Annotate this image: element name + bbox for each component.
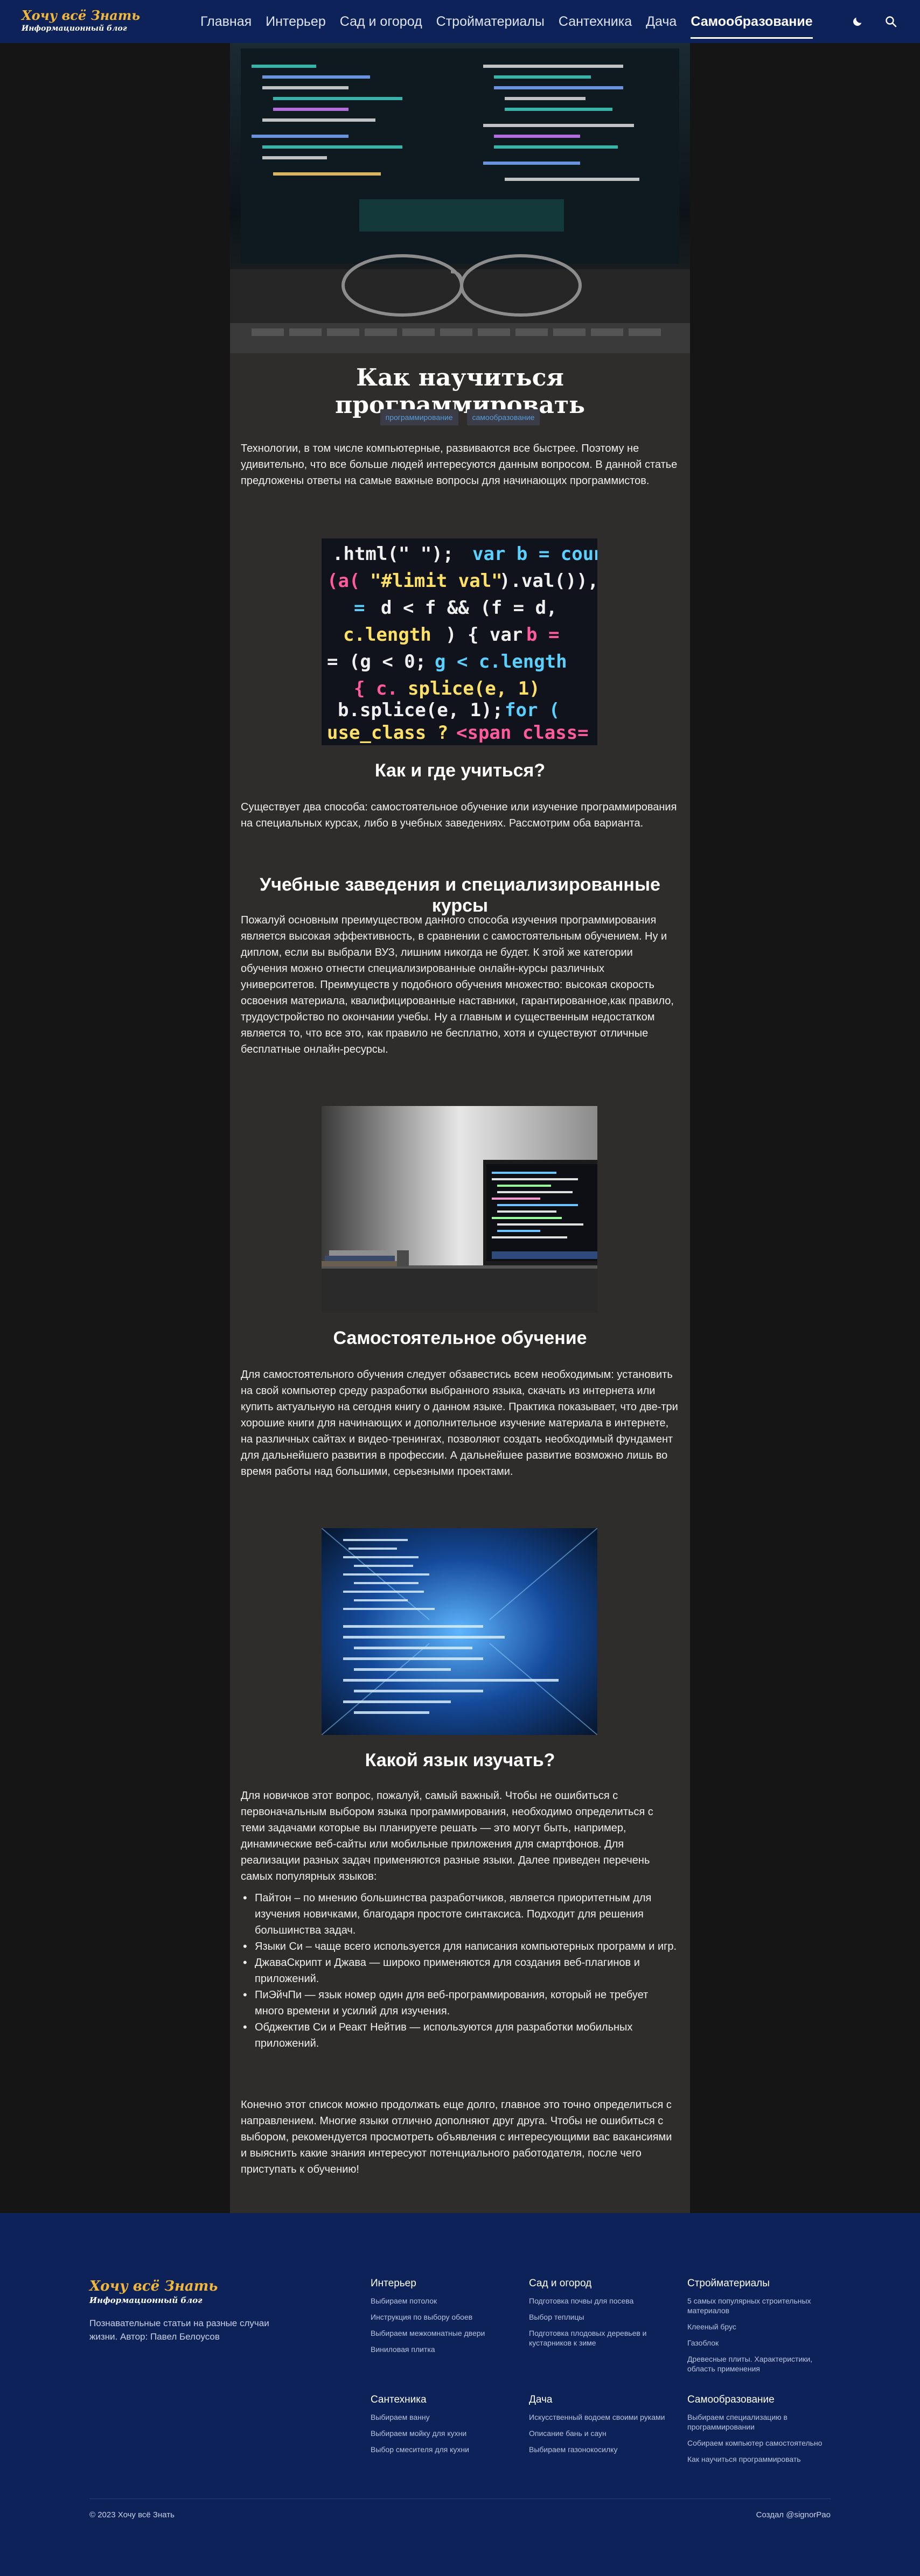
footer-brand[interactable]: Хочу всё Знать Информационный блог xyxy=(89,2278,218,2306)
footer-link[interactable]: Выбираем межкомнатные двери xyxy=(371,2328,516,2338)
svg-text:splice(e, 1): splice(e, 1) xyxy=(408,678,540,699)
brand-subtitle: Информационный блог xyxy=(22,24,127,33)
footer-col-title[interactable]: Дача xyxy=(529,2394,674,2406)
svg-text:g < c.length: g < c.length xyxy=(435,651,567,673)
brand-logo[interactable]: Хочу всё Знать Информационный блог xyxy=(22,8,140,33)
section-title-self-study: Самостоятельное обучение xyxy=(333,1328,587,1348)
svg-text:b =: b = xyxy=(526,624,559,646)
article-card: Как научиться программировать программир… xyxy=(230,43,690,2213)
footer-col-plumbing: Сантехника Выбираем ванну Выбираем мойку… xyxy=(371,2394,516,2461)
footer-link[interactable]: Искусственный водоем своими руками xyxy=(529,2412,674,2422)
footer-description: Познавательные статьи на разные случаи ж… xyxy=(89,2318,269,2342)
section-title-how-where: Как и где учиться? xyxy=(374,760,546,781)
nav-item-interior[interactable]: Интерьер xyxy=(266,0,326,43)
svg-text:<span class=: <span class= xyxy=(456,722,589,744)
nav-item-home[interactable]: Главная xyxy=(200,0,252,43)
footer-brand-title[interactable]: Хочу всё Знать xyxy=(89,2278,218,2295)
svg-text:= (g < 0;: = (g < 0; xyxy=(327,651,426,673)
svg-text:var b = count: var b = count xyxy=(472,543,597,565)
main-nav: Главная Интерьер Сад и огород Стройматер… xyxy=(200,0,827,43)
site-footer: Хочу всё Знать Информационный блог Позна… xyxy=(0,2213,920,2576)
footer-link[interactable]: Выбор смесителя для кухни xyxy=(371,2445,516,2454)
section-title-which-language: Какой язык изучать? xyxy=(365,1750,555,1770)
footer-col-interior: Интерьер Выбираем потолок Инструкция по … xyxy=(371,2278,516,2361)
footer-col-title[interactable]: Стройматериалы xyxy=(687,2278,833,2290)
svg-text:for (: for ( xyxy=(505,699,560,721)
footer-col-materials: Стройматериалы 5 самых популярных строит… xyxy=(687,2278,833,2380)
footer-col-dacha: Дача Искусственный водоем своими руками … xyxy=(529,2394,674,2461)
section-text-self-study: Для самостоятельного обучения следует об… xyxy=(241,1369,678,1478)
list-item: ПиЭйчПи — язык номер один для веб-програ… xyxy=(241,1987,679,2019)
svg-text:use_class ?: use_class ? xyxy=(327,722,448,744)
footer-col-title[interactable]: Интерьер xyxy=(371,2278,516,2290)
footer-col-title[interactable]: Самообразование xyxy=(687,2394,833,2406)
footer-link[interactable]: Подготовка плодовых деревьев и кустарник… xyxy=(529,2328,674,2348)
svg-text:"#limit val": "#limit val" xyxy=(370,570,503,592)
footer-col-title[interactable]: Сантехника xyxy=(371,2394,516,2406)
svg-text:=: = xyxy=(354,597,365,619)
footer-divider xyxy=(89,2498,831,2499)
footer-link[interactable]: Собираем компьютер самостоятельно xyxy=(687,2438,833,2448)
footer-link[interactable]: Подготовка почвы для посева xyxy=(529,2296,674,2306)
search-icon[interactable] xyxy=(882,13,900,30)
footer-col-garden: Сад и огород Подготовка почвы для посева… xyxy=(529,2278,674,2354)
footer-col-title[interactable]: Сад и огород xyxy=(529,2278,674,2290)
tag-programming[interactable]: программирование xyxy=(380,409,458,425)
hero-image xyxy=(230,43,690,353)
article-conclusion: Конечно этот список можно продолжать еще… xyxy=(241,2099,672,2175)
laptop-desk-image xyxy=(322,1106,597,1313)
footer-link[interactable]: Выбираем мойку для кухни xyxy=(371,2428,516,2438)
svg-text:c.length: c.length xyxy=(343,624,431,646)
language-list: Пайтон – по мнению большинства разработч… xyxy=(241,1890,679,2052)
footer-copyright: © 2023 Хочу всё Знать xyxy=(89,2510,175,2519)
nav-item-dacha[interactable]: Дача xyxy=(646,0,677,43)
list-item: Языки Си – чаще всего используется для н… xyxy=(241,1938,679,1955)
svg-text:) { var: ) { var xyxy=(445,624,522,646)
list-item: Пайтон – по мнению большинства разработч… xyxy=(241,1890,679,1938)
site-header: Хочу всё Знать Информационный блог Главн… xyxy=(0,0,920,43)
section-text-courses: Пожалуй основным преимуществом данного с… xyxy=(241,914,674,1055)
footer-link[interactable]: Выбираем потолок xyxy=(371,2296,516,2306)
footer-link[interactable]: 5 самых популярных строительных материал… xyxy=(687,2296,833,2315)
section-text-which-language: Для новичков этот вопрос, пожалуй, самый… xyxy=(241,1790,653,1882)
svg-text:b.splice(e, 1);: b.splice(e, 1); xyxy=(338,699,503,721)
footer-link[interactable]: Инструкция по выбору обоев xyxy=(371,2312,516,2322)
section-title-courses: Учебные заведения и специализированные к… xyxy=(260,874,660,916)
svg-text:(a(: (a( xyxy=(327,570,360,592)
tag-self-education[interactable]: самообразование xyxy=(466,409,540,425)
nav-item-self-education[interactable]: Самообразование xyxy=(691,0,813,43)
nav-item-materials[interactable]: Стройматериалы xyxy=(436,0,545,43)
footer-link[interactable]: Виниловая плитка xyxy=(371,2344,516,2354)
moon-icon[interactable] xyxy=(849,13,866,30)
footer-link[interactable]: Клееный брус xyxy=(687,2322,833,2332)
footer-link[interactable]: Как научиться программировать xyxy=(687,2454,833,2464)
footer-brand-subtitle: Информационный блог xyxy=(89,2295,203,2305)
footer-link[interactable]: Древесные плиты. Характеристики, область… xyxy=(687,2354,833,2374)
footer-col-self-education: Самообразование Выбираем специализацию в… xyxy=(687,2394,833,2470)
footer-link[interactable]: Газоблок xyxy=(687,2338,833,2348)
nav-item-plumbing[interactable]: Сантехника xyxy=(559,0,632,43)
footer-link[interactable]: Описание бань и саун xyxy=(529,2428,674,2438)
footer-link[interactable]: Выбираем ванну xyxy=(371,2412,516,2422)
nav-item-garden[interactable]: Сад и огород xyxy=(340,0,422,43)
footer-link[interactable]: Выбираем газонокосилку xyxy=(529,2445,674,2454)
article-intro: Технологии, в том числе компьютерные, ра… xyxy=(241,443,678,487)
footer-link[interactable]: Выбор теплицы xyxy=(529,2312,674,2322)
blue-code-image xyxy=(322,1528,597,1735)
brand-title[interactable]: Хочу всё Знать xyxy=(22,8,140,24)
list-item: Обджектив Си и Реакт Нейтив — используют… xyxy=(241,2019,679,2052)
svg-text:{ c.: { c. xyxy=(354,678,398,699)
footer-link[interactable]: Выбираем специализацию в программировани… xyxy=(687,2412,833,2432)
code-closeup-image: .html(" "); var b = count (a( "#limit val"… xyxy=(322,538,597,745)
svg-text:.html(" ");: .html(" "); xyxy=(332,543,454,565)
section-text-how-where: Существует два способа: самостоятельное … xyxy=(241,801,677,829)
svg-text:d < f && (f = d,: d < f && (f = d, xyxy=(381,597,557,619)
svg-text:).val()),: ).val()), xyxy=(499,570,597,592)
footer-credit[interactable]: Создал @signorPao xyxy=(756,2510,831,2519)
list-item: ДжаваСкрипт и Джава — широко применяются… xyxy=(241,1955,679,1987)
tag-list: программирование самообразование xyxy=(230,409,690,425)
